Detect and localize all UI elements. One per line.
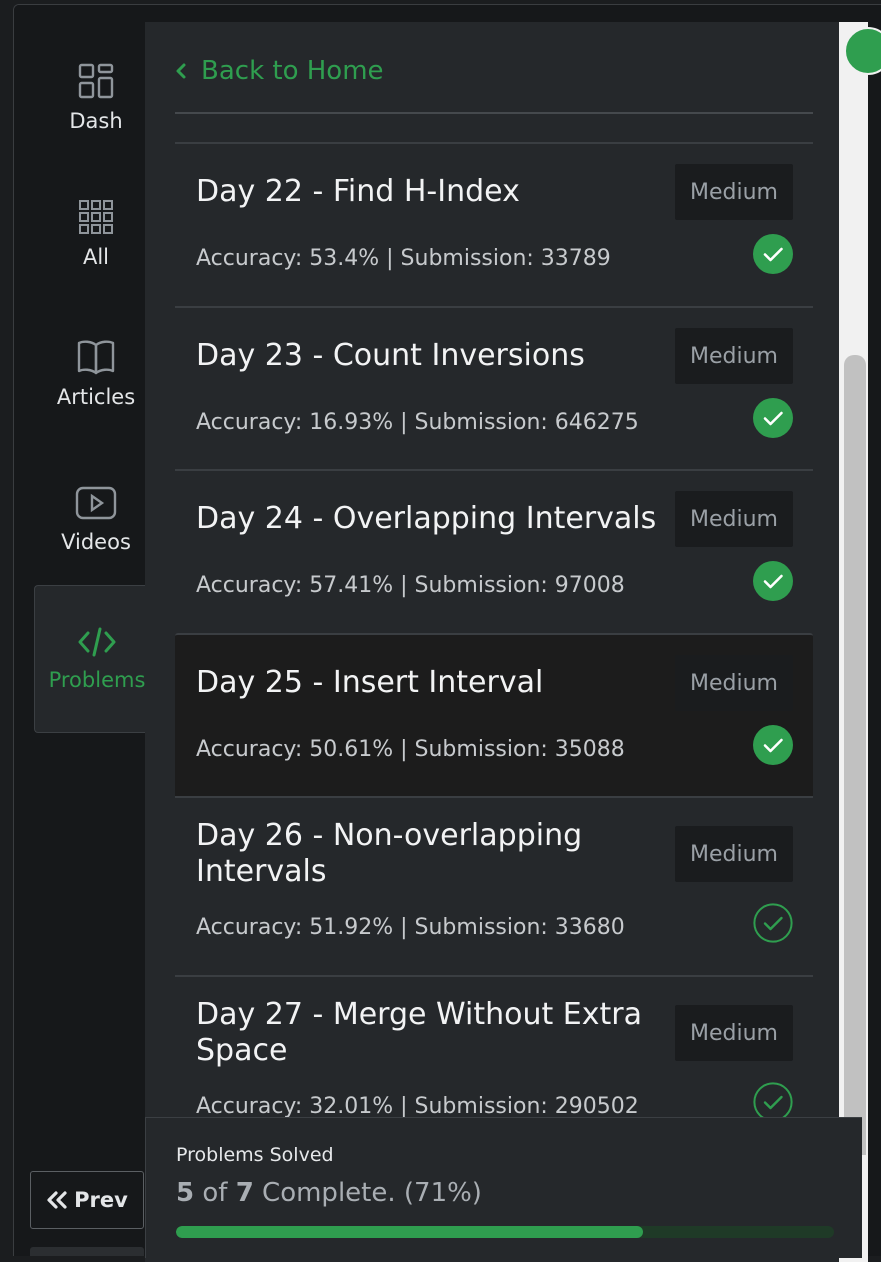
difficulty-badge: Medium bbox=[675, 826, 793, 882]
list-item[interactable]: Day 26 - Non-overlapping Intervals Accur… bbox=[175, 796, 813, 975]
sidebar-item-videos[interactable]: Videos bbox=[34, 447, 158, 593]
problems-panel: Back to Home Day 22 - Find H-Index Accur… bbox=[145, 22, 839, 1262]
difficulty-badge: Medium bbox=[675, 1005, 793, 1061]
code-icon bbox=[78, 627, 116, 657]
problem-title: Day 24 - Overlapping Intervals bbox=[196, 501, 657, 536]
sidebar-item-problems[interactable]: Problems bbox=[34, 585, 159, 733]
list-item[interactable]: Day 22 - Find H-Index Accuracy: 53.4% | … bbox=[175, 142, 813, 306]
sidebar-item-label: Problems bbox=[48, 668, 146, 692]
check-circle-icon bbox=[753, 234, 793, 274]
total-count: 7 bbox=[235, 1178, 254, 1208]
problem-meta: Accuracy: 50.61% | Submission: 35088 bbox=[196, 737, 625, 762]
divider bbox=[175, 112, 813, 114]
problem-meta: Accuracy: 16.93% | Submission: 646275 bbox=[196, 410, 639, 435]
sidebar-item-all[interactable]: All bbox=[34, 161, 158, 307]
problem-meta: Accuracy: 53.4% | Submission: 33789 bbox=[196, 246, 611, 271]
of-text: of bbox=[202, 1178, 228, 1208]
problem-title: Day 26 - Non-overlapping Intervals bbox=[196, 818, 583, 889]
check-circle-icon bbox=[753, 561, 793, 601]
chevron-left-icon bbox=[176, 63, 186, 79]
prev-label: Prev bbox=[74, 1188, 128, 1212]
back-label: Back to Home bbox=[201, 56, 384, 86]
sidebar-item-label: Articles bbox=[56, 385, 136, 409]
sidebar-item-label: Videos bbox=[61, 530, 131, 554]
problem-title: Day 23 - Count Inversions bbox=[196, 338, 585, 373]
problem-list: Day 22 - Find H-Index Accuracy: 53.4% | … bbox=[175, 142, 813, 1135]
sidebar-item-dash[interactable]: Dash bbox=[34, 25, 158, 171]
back-to-home-link[interactable]: Back to Home bbox=[175, 56, 384, 86]
grid-icon bbox=[79, 200, 113, 234]
progress-label: Problems Solved bbox=[176, 1144, 334, 1166]
check-circle-outline-icon bbox=[753, 903, 793, 943]
solved-count: 5 bbox=[176, 1178, 195, 1208]
double-chevron-left-icon bbox=[47, 1191, 67, 1209]
problem-meta: Accuracy: 32.01% | Submission: 290502 bbox=[196, 1094, 639, 1119]
progress-suffix: Complete. (71%) bbox=[262, 1178, 482, 1208]
prev-button[interactable]: Prev bbox=[30, 1171, 144, 1229]
problem-title: Day 25 - Insert Interval bbox=[196, 665, 544, 700]
check-circle-icon bbox=[753, 725, 793, 765]
book-icon bbox=[77, 340, 115, 375]
problem-meta: Accuracy: 57.41% | Submission: 97008 bbox=[196, 573, 625, 598]
difficulty-badge: Medium bbox=[675, 164, 793, 220]
list-item[interactable]: Day 24 - Overlapping Intervals Accuracy:… bbox=[175, 469, 813, 633]
difficulty-badge: Medium bbox=[675, 328, 793, 384]
problem-title: Day 27 - Merge Without Extra Space bbox=[196, 997, 643, 1068]
dashboard-icon bbox=[78, 63, 114, 99]
progress-bar-fill bbox=[176, 1226, 644, 1238]
list-item[interactable]: Day 23 - Count Inversions Accuracy: 16.9… bbox=[175, 306, 813, 469]
progress-text: 5 of 7 Complete. (71%) bbox=[176, 1178, 482, 1208]
problem-meta: Accuracy: 51.92% | Submission: 33680 bbox=[196, 915, 625, 940]
difficulty-badge: Medium bbox=[675, 655, 793, 711]
progress-footer: Problems Solved 5 of 7 Complete. (71%) bbox=[145, 1117, 862, 1258]
list-item[interactable]: Day 27 - Merge Without Extra Space Accur… bbox=[175, 975, 813, 1135]
progress-bar bbox=[176, 1226, 834, 1238]
video-icon bbox=[75, 486, 117, 520]
check-circle-outline-icon bbox=[753, 1082, 793, 1122]
sidebar-item-articles[interactable]: Articles bbox=[34, 301, 158, 447]
sidebar-item-label: All bbox=[82, 245, 110, 269]
problem-title: Day 22 - Find H-Index bbox=[196, 174, 520, 209]
list-item[interactable]: Day 25 - Insert Interval Accuracy: 50.61… bbox=[175, 633, 813, 796]
difficulty-badge: Medium bbox=[675, 491, 793, 547]
scrollbar-thumb[interactable] bbox=[844, 355, 866, 1155]
check-circle-icon bbox=[753, 398, 793, 438]
sidebar-item-label: Dash bbox=[69, 109, 123, 133]
sidebar: Dash All Articles Videos Problems Prev bbox=[14, 5, 159, 1256]
